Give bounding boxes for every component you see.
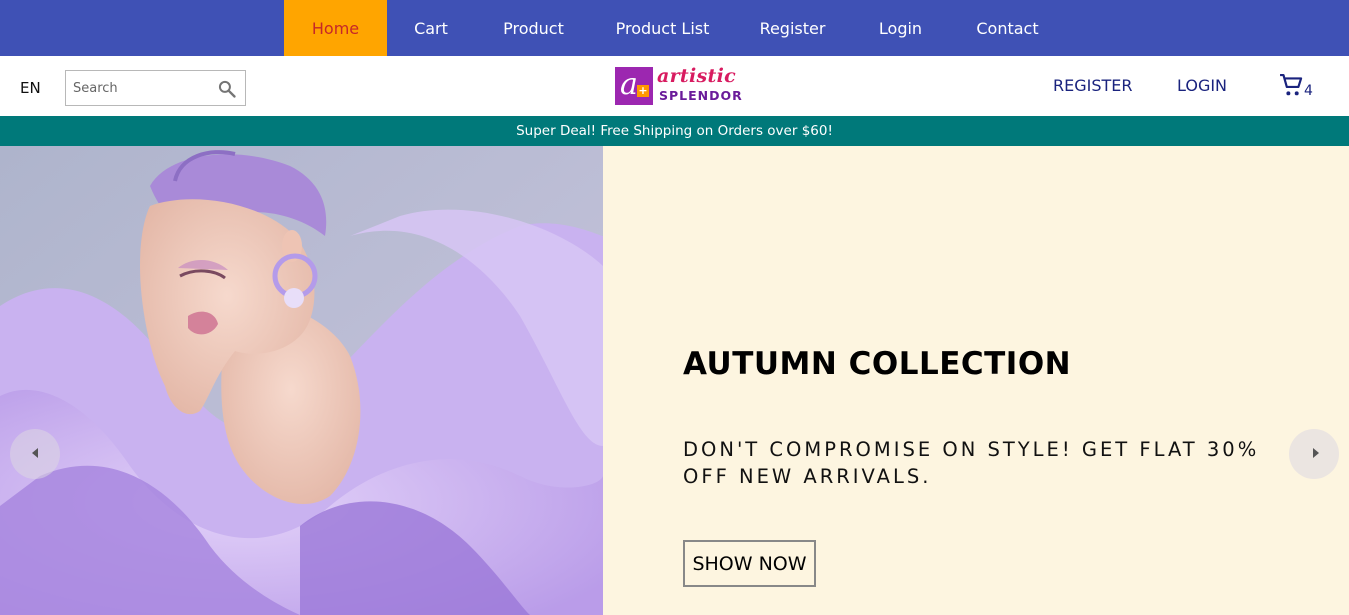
nav-contact[interactable]: Contact <box>962 0 1053 56</box>
arrow-left-icon <box>32 448 38 458</box>
top-navigation: Home Cart Product Product List Register … <box>0 0 1349 56</box>
logo-mark: a + <box>615 67 653 105</box>
hero-title: AUTUMN COLLECTION <box>683 346 1072 382</box>
show-now-button[interactable]: SHOW NOW <box>683 540 816 587</box>
arrow-right-icon <box>1313 448 1319 458</box>
nav-login[interactable]: Login <box>862 0 939 56</box>
language-selector[interactable]: EN <box>20 79 41 97</box>
hero-image <box>0 146 603 615</box>
site-header: EN a + artistic SPLENDOR REGISTER LOGIN … <box>0 56 1349 116</box>
brand-logo[interactable]: a + artistic SPLENDOR <box>615 65 742 107</box>
register-link[interactable]: REGISTER <box>1053 76 1133 95</box>
nav-cart[interactable]: Cart <box>395 0 467 56</box>
search-input[interactable] <box>73 79 213 97</box>
slider-next-button[interactable] <box>1289 429 1339 479</box>
shopping-cart-icon <box>1280 73 1303 96</box>
logo-text-artistic: artistic <box>657 65 736 87</box>
search-box[interactable] <box>65 70 246 106</box>
hero-slider: AUTUMN COLLECTION DON'T COMPROMISE ON ST… <box>0 146 1349 615</box>
logo-text-splendor: SPLENDOR <box>659 88 743 103</box>
nav-home[interactable]: Home <box>284 0 387 56</box>
slider-prev-button[interactable] <box>10 429 60 479</box>
login-link[interactable]: LOGIN <box>1177 76 1227 95</box>
cart-count-badge: 4 <box>1304 83 1313 99</box>
nav-product-list[interactable]: Product List <box>603 0 722 56</box>
nav-register[interactable]: Register <box>747 0 838 56</box>
hero-subtitle: DON'T COMPROMISE ON STYLE! GET FLAT 30% … <box>683 438 1260 488</box>
nav-product[interactable]: Product <box>489 0 578 56</box>
cart-button[interactable]: 4 <box>1279 73 1319 101</box>
announcement-bar: Super Deal! Free Shipping on Orders over… <box>0 116 1349 146</box>
search-icon[interactable] <box>217 79 237 99</box>
